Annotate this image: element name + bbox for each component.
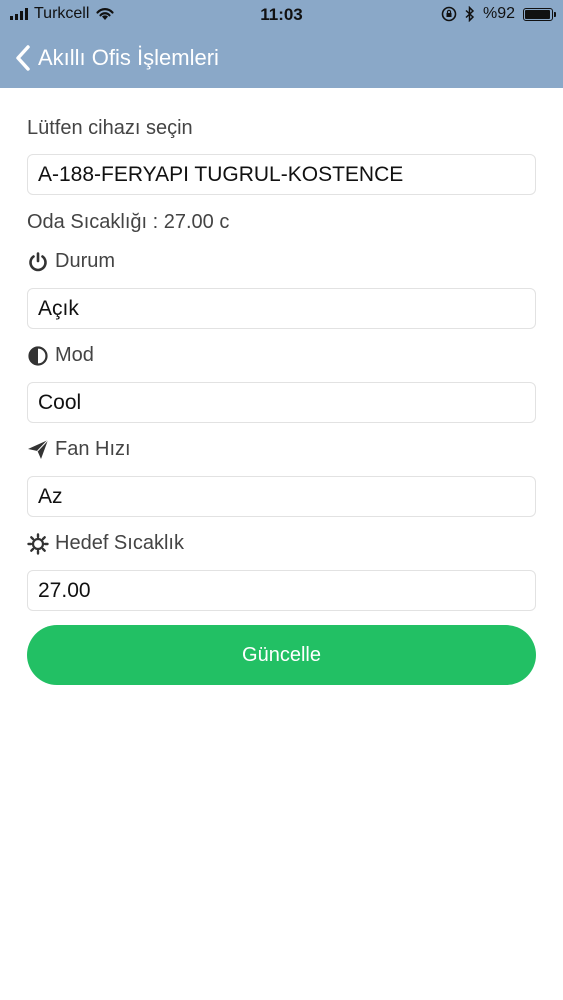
- fan-label: Fan Hızı: [55, 438, 131, 460]
- header-bar: Turkcell 11:03 %92 Akıllı Ofis İşlemleri: [0, 0, 563, 88]
- status-right: %92: [441, 5, 556, 23]
- update-button[interactable]: Güncelle: [27, 625, 536, 685]
- durum-label: Durum: [55, 250, 116, 272]
- gear-icon: [27, 532, 49, 555]
- durum-label-row: Durum: [27, 250, 115, 273]
- back-button[interactable]: Akıllı Ofis İşlemleri: [0, 44, 219, 72]
- chevron-left-icon: [16, 45, 30, 71]
- power-icon: [29, 251, 47, 271]
- fan-speed-select[interactable]: Az: [27, 476, 536, 517]
- status-bar: Turkcell 11:03 %92: [0, 0, 563, 30]
- battery-icon: [523, 7, 556, 21]
- target-temperature-label: Hedef Sıcaklık: [55, 532, 184, 554]
- mod-label-row: Mod: [27, 344, 94, 367]
- bluetooth-icon: [465, 6, 475, 22]
- mod-label: Mod: [55, 344, 94, 366]
- paper-plane-icon: [28, 439, 49, 459]
- device-select[interactable]: A-188-FERYAPI TUGRUL-KOSTENCE: [27, 154, 536, 195]
- device-prompt-label: Lütfen cihazı seçin: [27, 117, 193, 139]
- mod-select[interactable]: Cool: [27, 382, 536, 423]
- rotation-lock-icon: [441, 6, 457, 22]
- contrast-icon: [28, 345, 48, 366]
- target-label-row: Hedef Sıcaklık: [27, 532, 184, 555]
- durum-select[interactable]: Açık: [27, 288, 536, 329]
- target-temperature-input[interactable]: 27.00: [27, 570, 536, 611]
- page-title: Akıllı Ofis İşlemleri: [38, 45, 219, 70]
- battery-percent: %92: [482, 5, 515, 22]
- fan-label-row: Fan Hızı: [27, 438, 131, 461]
- room-temperature-text: Oda Sıcaklığı : 27.00 c: [27, 211, 230, 233]
- nav-bar: Akıllı Ofis İşlemleri: [0, 34, 563, 82]
